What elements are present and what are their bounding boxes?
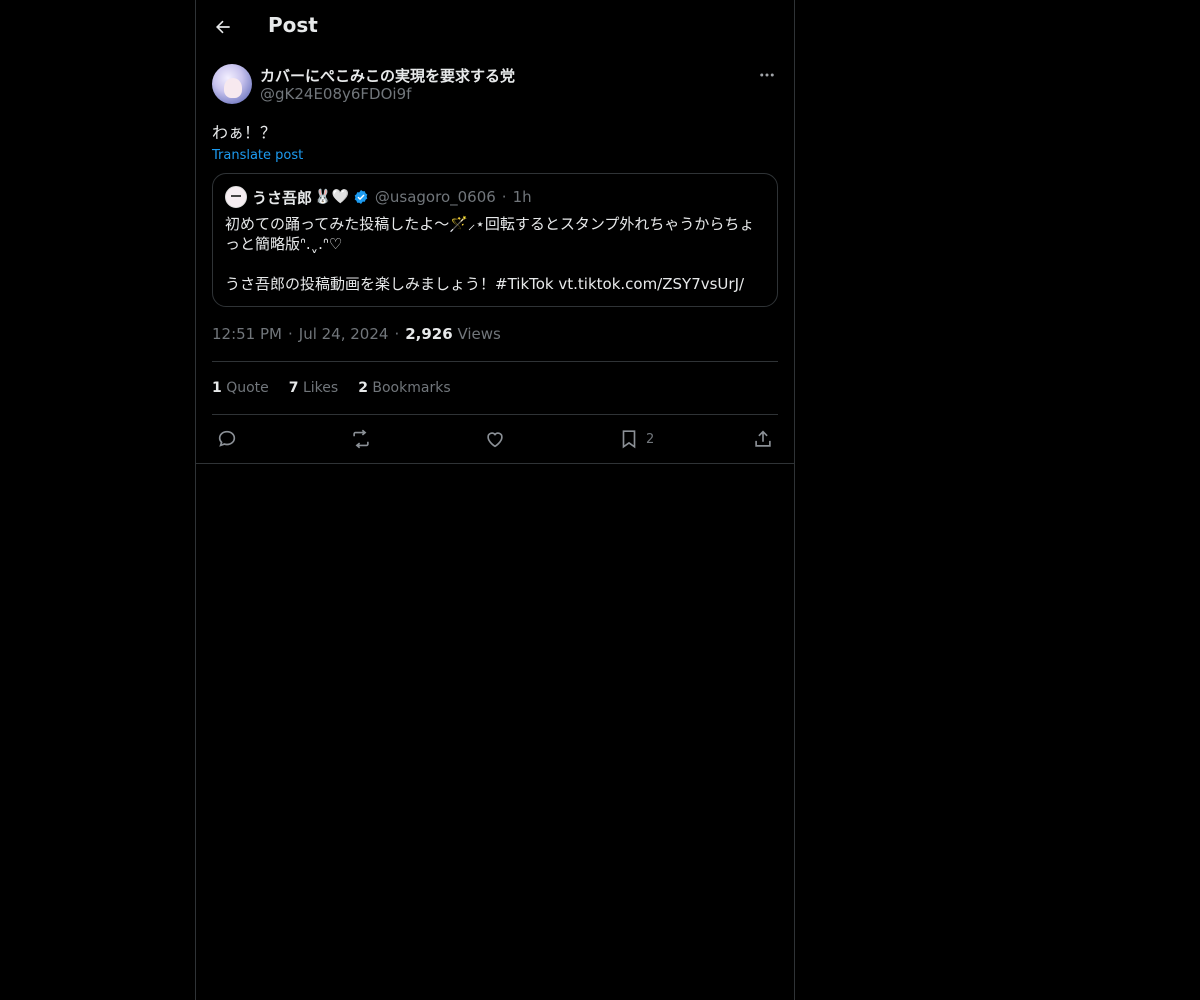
author-name[interactable]: カバーにぺこみこの実現を要求する党	[260, 65, 515, 86]
bookmarks-count: 2	[358, 380, 368, 396]
separator-dot: ·	[287, 325, 293, 343]
more-options-button[interactable]	[756, 66, 778, 84]
quoted-author-handle: @usagoro_0606	[374, 188, 496, 206]
bookmark-button[interactable]: 2	[618, 427, 654, 451]
bookmark-count: 2	[646, 431, 655, 447]
heart-icon	[487, 432, 503, 448]
quoted-author-name[interactable]: うさ吾郎	[252, 187, 312, 208]
reply-icon	[218, 430, 236, 447]
post-time[interactable]: 12:51 PM	[212, 325, 282, 343]
author-row: カバーにぺこみこの実現を要求する党 @gK24E08y6FDOi9f	[212, 62, 778, 106]
quotes-count: 1	[212, 380, 222, 396]
views-label: Views	[457, 325, 501, 343]
likes-count: 7	[288, 380, 299, 396]
reply-button[interactable]	[216, 427, 238, 451]
engagement-stats: 1 Quote 7 Likes 2 Bookmarks	[212, 362, 778, 414]
page-header: Post	[196, 0, 794, 54]
post-bottom-border	[196, 463, 794, 464]
quoted-text-line-1: 初めての踊ってみた投稿したよ〜🪄⸝⋆回転するとスタンプ外れちゃうからちょっと簡略…	[225, 215, 755, 253]
separator-dot: ·	[501, 188, 507, 206]
post-column: Post カバーにぺこみこの実現を要求する党 @gK24E08y6FDOi9f …	[195, 0, 795, 1000]
post: カバーにぺこみこの実現を要求する党 @gK24E08y6FDOi9f わぁ！？ …	[212, 62, 778, 463]
bookmarks-stat[interactable]: 2 Bookmarks	[358, 380, 450, 396]
more-icon	[760, 73, 774, 77]
page-title: Post	[268, 13, 318, 37]
repost-icon	[353, 429, 369, 449]
author-handle[interactable]: @gK24E08y6FDOi9f	[260, 85, 411, 103]
quotes-stat[interactable]: 1 Quote	[212, 380, 269, 396]
quoted-post[interactable]: うさ吾郎 🐰🤍 @usagoro_0606 · 1h 初めての踊ってみた投稿した…	[212, 173, 778, 307]
bookmarks-label: Bookmarks	[372, 380, 451, 396]
quoted-post-text: 初めての踊ってみた投稿したよ〜🪄⸝⋆回転するとスタンプ外れちゃうからちょっと簡略…	[225, 214, 765, 294]
like-button[interactable]	[484, 427, 506, 451]
likes-label: Likes	[302, 380, 339, 396]
share-button[interactable]	[752, 427, 774, 451]
quoted-author-emoji: 🐰🤍	[314, 189, 349, 205]
arrow-left-icon	[216, 20, 230, 34]
action-bar: 2	[212, 415, 778, 463]
post-date[interactable]: Jul 24, 2024	[299, 325, 389, 343]
separator-dot: ·	[394, 325, 400, 343]
share-icon	[755, 430, 771, 447]
likes-stat[interactable]: 7 Likes	[289, 380, 338, 396]
quoted-post-header: うさ吾郎 🐰🤍 @usagoro_0606 · 1h	[225, 186, 765, 208]
post-meta: 12:51 PM · Jul 24, 2024 · 2,926 Views	[212, 325, 778, 347]
post-text: わぁ！？	[212, 123, 277, 142]
quoted-avatar[interactable]	[225, 186, 247, 208]
verified-badge-icon	[353, 189, 369, 205]
bookmark-icon	[622, 430, 636, 449]
avatar[interactable]	[212, 64, 252, 104]
quoted-text-line-2: うさ吾郎の投稿動画を楽しみましょう！#TikTok vt.tiktok.com/…	[225, 275, 745, 293]
quotes-label: Quote	[226, 380, 269, 396]
repost-button[interactable]	[350, 427, 372, 451]
back-button[interactable]	[210, 14, 236, 40]
translate-post-link[interactable]: Translate post	[212, 148, 303, 163]
quoted-post-time[interactable]: 1h	[513, 188, 532, 206]
views-count: 2,926	[405, 325, 453, 343]
